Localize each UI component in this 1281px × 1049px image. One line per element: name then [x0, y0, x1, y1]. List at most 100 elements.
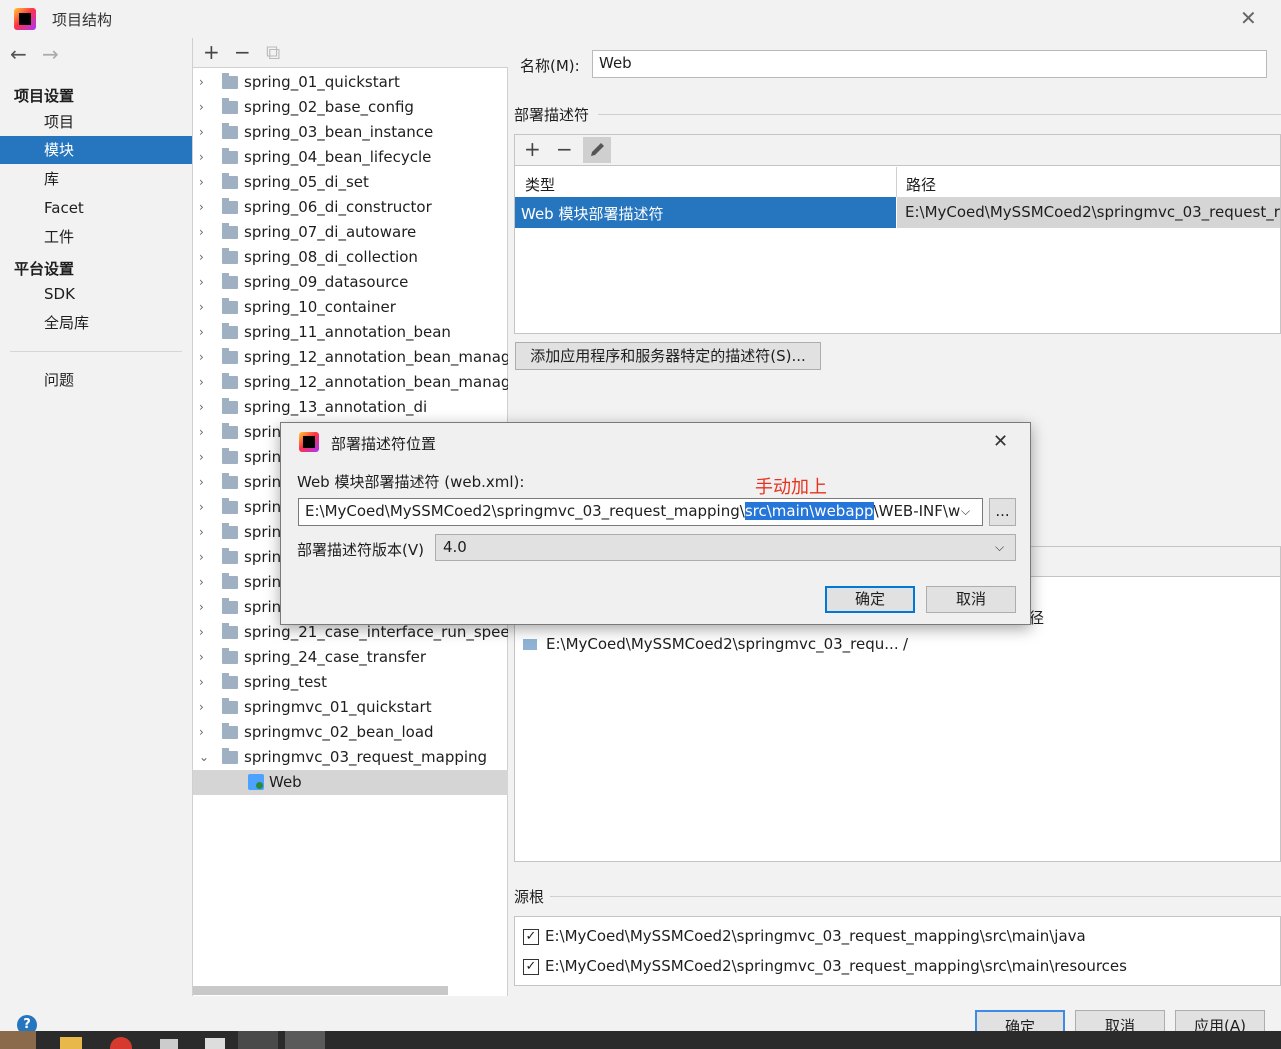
- descriptor-type-cell[interactable]: Web 模块部署描述符: [515, 197, 896, 228]
- column-divider: [896, 167, 897, 197]
- chevron-right-icon[interactable]: ›: [199, 370, 211, 395]
- edit-descriptor-button[interactable]: [583, 137, 611, 163]
- name-label: 名称(M):: [520, 57, 580, 75]
- source-root-checkbox[interactable]: ✓: [523, 929, 539, 945]
- chevron-right-icon[interactable]: ›: [199, 670, 211, 695]
- remove-descriptor-icon[interactable]: −: [556, 137, 573, 161]
- close-icon[interactable]: ✕: [1240, 6, 1257, 30]
- forward-arrow-icon[interactable]: →: [42, 42, 59, 66]
- chevron-right-icon[interactable]: ›: [199, 545, 211, 570]
- source-root-checkbox[interactable]: ✓: [523, 959, 539, 975]
- module-tree-item[interactable]: › spring_12_annotation_bean_manage: [193, 345, 508, 370]
- annotation-text: 手动加上: [755, 477, 827, 498]
- chevron-right-icon[interactable]: ›: [199, 470, 211, 495]
- gear-icon[interactable]: [160, 1039, 178, 1049]
- module-tree-item[interactable]: › spring_13_annotation_di: [193, 395, 508, 420]
- image-icon[interactable]: [205, 1038, 225, 1049]
- web-resource-directory[interactable]: E:\MyCoed\MySSMCoed2\springmvc_03_requ..…: [546, 635, 899, 653]
- module-tree-item[interactable]: › spring_04_bean_lifecycle: [193, 145, 508, 170]
- chevron-right-icon[interactable]: ›: [199, 420, 211, 445]
- module-tree-item[interactable]: › spring_06_di_constructor: [193, 195, 508, 220]
- add-icon[interactable]: +: [203, 40, 220, 64]
- chevron-right-icon[interactable]: ›: [199, 170, 211, 195]
- chevron-right-icon[interactable]: ›: [199, 395, 211, 420]
- module-tree-item[interactable]: › spring_12_annotation_bean_manage: [193, 370, 508, 395]
- add-descriptor-icon[interactable]: +: [524, 137, 541, 161]
- dialog-ok-button[interactable]: 确定: [825, 586, 915, 613]
- web-resource-relative-path[interactable]: /: [903, 635, 908, 653]
- module-name: spring_07_di_autoware: [244, 223, 417, 241]
- chevron-right-icon[interactable]: ›: [199, 445, 211, 470]
- chevron-down-icon[interactable]: ⌄: [199, 745, 211, 770]
- chrome-icon[interactable]: [110, 1037, 132, 1049]
- module-tree-item[interactable]: › spring_07_di_autoware: [193, 220, 508, 245]
- module-tree-item[interactable]: › springmvc_01_quickstart: [193, 695, 508, 720]
- chevron-right-icon[interactable]: ›: [199, 495, 211, 520]
- module-tree-item[interactable]: › spring_01_quickstart: [193, 70, 508, 95]
- chevron-right-icon[interactable]: ›: [199, 595, 211, 620]
- chevron-right-icon[interactable]: ›: [199, 70, 211, 95]
- chevron-right-icon[interactable]: ›: [199, 645, 211, 670]
- module-tree-item[interactable]: › springmvc_02_bean_load: [193, 720, 508, 745]
- module-tree-item[interactable]: › spring_02_base_config: [193, 95, 508, 120]
- dialog-close-icon[interactable]: ✕: [993, 431, 1008, 452]
- column-header-type[interactable]: 类型: [525, 174, 555, 195]
- chevron-down-icon[interactable]: ⌵: [961, 504, 970, 519]
- chevron-right-icon[interactable]: ›: [199, 95, 211, 120]
- chevron-right-icon[interactable]: ›: [199, 245, 211, 270]
- chevron-right-icon[interactable]: ›: [199, 270, 211, 295]
- module-tree-item[interactable]: › spring_09_datasource: [193, 270, 508, 295]
- module-tree-item[interactable]: › spring_05_di_set: [193, 170, 508, 195]
- chevron-right-icon[interactable]: ›: [199, 570, 211, 595]
- add-server-descriptor-button[interactable]: 添加应用程序和服务器特定的描述符(S)...: [515, 342, 821, 370]
- descriptor-path-cell[interactable]: E:\MyCoed\MySSMCoed2\springmvc_03_reques…: [897, 197, 1280, 228]
- descriptor-path-input[interactable]: E:\MyCoed\MySSMCoed2\springmvc_03_reques…: [298, 498, 983, 526]
- module-folder-icon: [222, 198, 238, 214]
- module-tree-item[interactable]: › spring_08_di_collection: [193, 245, 508, 270]
- name-input[interactable]: Web: [592, 50, 1267, 78]
- chevron-right-icon[interactable]: ›: [199, 620, 211, 645]
- version-label: 部署描述符版本(V): [297, 541, 424, 559]
- taskbar-app-icon[interactable]: [0, 1031, 36, 1049]
- module-tree-item[interactable]: › spring_03_bean_instance: [193, 120, 508, 145]
- module-tree-item[interactable]: › spring_10_container: [193, 295, 508, 320]
- nav-item-global-libraries[interactable]: 全局库: [0, 309, 192, 337]
- nav-item-problems[interactable]: 问题: [0, 366, 192, 394]
- module-tree-item[interactable]: ⌄ springmvc_03_request_mapping: [193, 745, 508, 770]
- version-value: 4.0: [443, 538, 467, 556]
- browse-button[interactable]: ...: [989, 498, 1016, 526]
- chevron-right-icon[interactable]: ›: [199, 345, 211, 370]
- remove-icon[interactable]: −: [234, 40, 251, 64]
- module-folder-icon: [222, 598, 238, 614]
- intellij-taskbar-icon[interactable]: [238, 1031, 278, 1049]
- nav-item-artifacts[interactable]: 工件: [0, 223, 192, 251]
- nav-item-facets[interactable]: Facet: [0, 194, 192, 222]
- module-tree-item[interactable]: › spring_24_case_transfer: [193, 645, 508, 670]
- chevron-right-icon[interactable]: ›: [199, 695, 211, 720]
- module-facet-item[interactable]: Web: [193, 770, 508, 795]
- chevron-right-icon[interactable]: ›: [199, 120, 211, 145]
- chevron-right-icon[interactable]: ›: [199, 145, 211, 170]
- chevron-right-icon[interactable]: ›: [199, 295, 211, 320]
- dialog-cancel-button[interactable]: 取消: [926, 586, 1016, 613]
- nav-item-sdk[interactable]: SDK: [0, 280, 192, 308]
- horizontal-scrollbar[interactable]: [193, 986, 448, 995]
- chevron-right-icon[interactable]: ›: [199, 520, 211, 545]
- nav-item-project[interactable]: 项目: [0, 108, 192, 136]
- copy-icon[interactable]: ⧉: [266, 40, 280, 64]
- back-arrow-icon[interactable]: ←: [10, 42, 27, 66]
- app-taskbar-icon[interactable]: [285, 1031, 325, 1049]
- column-header-path[interactable]: 路径: [906, 174, 936, 195]
- module-tree-item[interactable]: › spring_11_annotation_bean: [193, 320, 508, 345]
- chevron-right-icon[interactable]: ›: [199, 320, 211, 345]
- nav-item-modules[interactable]: 模块: [0, 136, 192, 164]
- chevron-down-icon[interactable]: ⌵: [995, 540, 1004, 555]
- descriptor-toolbar: + −: [515, 135, 1280, 166]
- chevron-right-icon[interactable]: ›: [199, 195, 211, 220]
- version-select[interactable]: 4.0: [435, 534, 1016, 561]
- chevron-right-icon[interactable]: ›: [199, 220, 211, 245]
- folder-icon[interactable]: [60, 1037, 82, 1049]
- module-tree-item[interactable]: › spring_test: [193, 670, 508, 695]
- chevron-right-icon[interactable]: ›: [199, 720, 211, 745]
- nav-item-libraries[interactable]: 库: [0, 165, 192, 193]
